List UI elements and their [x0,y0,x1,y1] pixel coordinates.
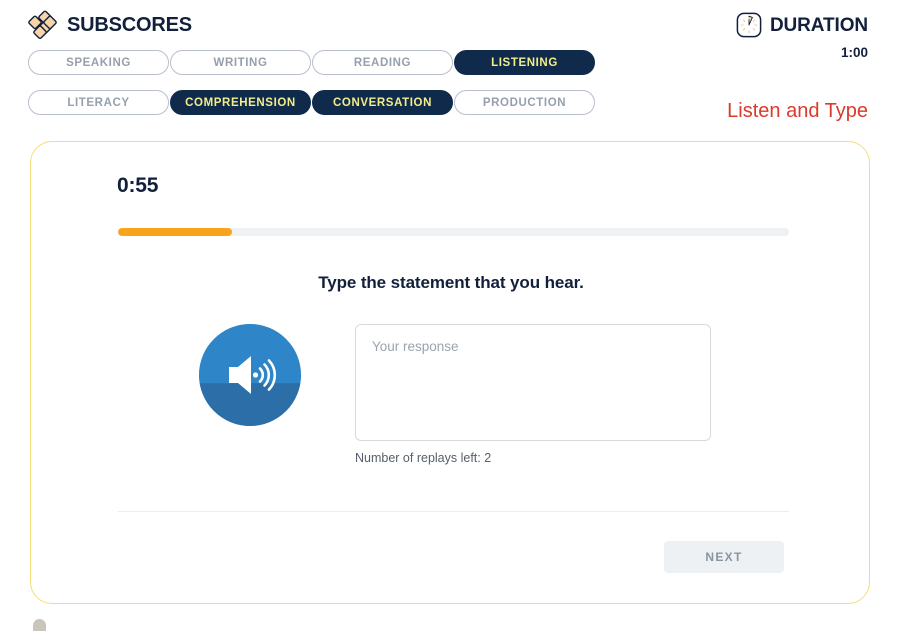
question-progress-fill [118,228,233,236]
question-progress-bar [118,228,789,236]
task-type-label: Listen and Type [727,100,868,122]
duration-value: 1:00 [840,45,868,60]
question-prompt: Type the statement that you hear. [318,273,584,292]
response-input[interactable] [355,324,711,441]
replays-left-text: Number of replays left: 2 [355,451,492,465]
diamond-lattice-logo-icon [28,10,58,40]
clock-icon [735,11,763,39]
exercise-card: 0:55 Type the statement that you hear. Y… [30,141,870,604]
pill-comprehension[interactable]: COMPREHENSION [170,90,311,115]
pill-conversation[interactable]: CONVERSATION [312,90,453,115]
duration-heading: DURATION [735,11,868,39]
subscores-title: SUBSCORES [67,14,192,36]
app-header: SUBSCORES SPEAKING WRITING READING LISTE… [0,0,901,135]
duration-block: DURATION 1:00 [735,11,868,60]
pill-reading[interactable]: READING [312,50,453,75]
countdown-timer: 0:55 [117,174,159,197]
pill-writing[interactable]: WRITING [170,50,311,75]
card-divider [118,511,789,513]
audio-play-button[interactable] [199,324,301,426]
subscore-pill-row-2: LITERACY COMPREHENSION CONVERSATION PROD… [28,90,596,115]
page-bottom-sliver [33,619,46,631]
next-button[interactable]: NEXT [664,541,784,573]
subscore-pill-row-1: SPEAKING WRITING READING LISTENING [28,50,596,75]
duration-label: DURATION [769,14,868,36]
pill-listening[interactable]: LISTENING [454,50,595,75]
brand: SUBSCORES [28,10,192,40]
answer-area: Number of replays left: 2 [199,324,711,465]
pill-production[interactable]: PRODUCTION [454,90,595,115]
response-group: Number of replays left: 2 [355,324,711,465]
pill-speaking[interactable]: SPEAKING [28,50,169,75]
pill-literacy[interactable]: LITERACY [28,90,169,115]
